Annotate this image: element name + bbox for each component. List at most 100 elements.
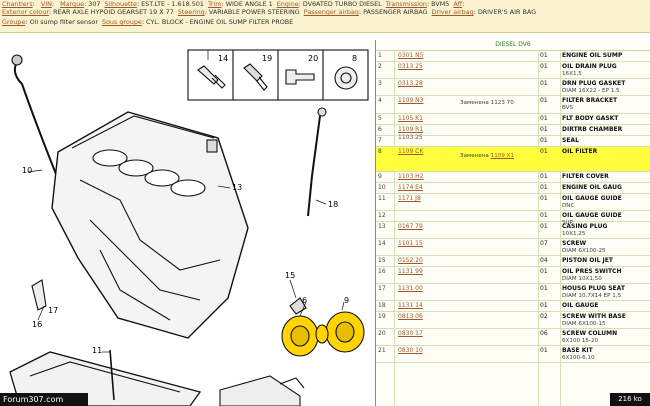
part-reference-link[interactable]: 0313 28	[398, 80, 423, 87]
header-field-label[interactable]: Driver airbag	[432, 8, 474, 16]
part-row[interactable]: 19 0813 06 02 SCREW WITH BASE DIAM 6X100-15	[376, 312, 650, 329]
header-field-label[interactable]: VIN	[41, 0, 52, 8]
part-name: SCREW	[562, 240, 587, 247]
header-field-label[interactable]: Silhouette	[104, 0, 137, 8]
part-quantity: 01	[540, 184, 548, 191]
part-index: 17	[378, 285, 386, 292]
replacement-note-text: Заменена 1123 70	[460, 100, 514, 106]
part-description: 6X100 15-20	[562, 338, 599, 344]
callout-6: 6	[302, 296, 308, 305]
callout-13: 13	[232, 183, 243, 192]
part-reference-link[interactable]: 0830 17	[398, 330, 423, 337]
part-row[interactable]: 15 0152 20 04 PISTON OIL JET	[376, 256, 650, 267]
part-reference-link[interactable]: 1109 N3	[398, 97, 423, 104]
header-field-label[interactable]: Aff	[453, 0, 462, 8]
part-row[interactable]: 10 1174 E4 01 ENGINE OIL GAUG	[376, 183, 650, 194]
part-name: FILTER COVER	[562, 173, 609, 180]
part-index: 20	[378, 330, 386, 337]
part-reference-link[interactable]: 1103 H2	[398, 173, 424, 180]
callout-10: 10	[22, 166, 33, 175]
part-quantity: 07	[540, 240, 548, 247]
part-reference-link[interactable]: 0152 20	[398, 257, 423, 264]
callout-16: 16	[32, 320, 43, 329]
part-reference-link[interactable]: 1105 K1	[398, 115, 423, 122]
part-row[interactable]: 17 1131 00 01 HOUSG PLUG SEAT DIAM 10,7X14 E…	[376, 284, 650, 301]
part-row[interactable]: 14 1101 15 07 SCREW DIAM 6X100-25	[376, 239, 650, 256]
part-row[interactable]: 9 1103 H2 01 FILTER COVER	[376, 172, 650, 183]
header-field-value: 307	[88, 0, 101, 8]
part-reference-link[interactable]: 1131 00	[398, 285, 423, 292]
header-field-label[interactable]: Sous groupe	[102, 18, 142, 26]
part-index: 11	[378, 195, 386, 202]
part-name: OIL GAUGE GUIDE	[562, 195, 622, 202]
exploded-parts-diagram[interactable]: 10 14 19 20 8 13 18 15 17 16 6 9 11	[0, 40, 375, 406]
callout-8: 8	[352, 54, 358, 63]
part-name: SCREW COLUMN	[562, 330, 618, 337]
callout-15: 15	[285, 271, 296, 280]
part-reference-link[interactable]: 0313 25	[398, 63, 423, 70]
part-row[interactable]: 1 0301 N5 01 ENGINE OIL SUMP	[376, 51, 650, 62]
part-row-selected[interactable]: 8 1109 CK 01 OIL FILTER Заменена 1109 X1	[376, 147, 650, 172]
part-replacement-note: Заменена 1109 X1	[460, 153, 514, 159]
part-name: FLT BODY GASKT	[562, 115, 619, 122]
header-field-label[interactable]: Transmission	[386, 0, 427, 8]
part-row[interactable]: 7 01 SEAL	[376, 136, 650, 147]
header-field-label[interactable]: Marque	[60, 0, 84, 8]
header-field-label[interactable]: Chantiers	[2, 0, 33, 8]
header-field-value: VARIABLE POWER STEERING	[208, 8, 300, 16]
part-reference-link[interactable]: 0830 10	[398, 347, 423, 354]
part-index: 21	[378, 347, 386, 354]
part-quantity: 01	[540, 126, 548, 133]
part-row[interactable]: 13 0167 79 01 CASING PLUG 10X1,25	[376, 222, 650, 239]
header-field-value: CYL. BLOCK - ENGINE OIL SUMP FILTER PROB…	[146, 18, 294, 26]
part-description: DIAM 6X100-15	[562, 321, 606, 327]
header-field-label[interactable]: Trim	[208, 0, 222, 8]
part-reference-link[interactable]: 1131 99	[398, 268, 423, 275]
part-index: 3	[378, 80, 382, 87]
part-reference-link[interactable]: 0813 06	[398, 313, 423, 320]
part-index: 15	[378, 257, 386, 264]
part-row[interactable]: 16 1131 99 01 OIL PRES SWITCH DIAM 10X1,50	[376, 267, 650, 284]
vehicle-info-header: Chantiers: VIN: Marque: 307 Silhouette: E…	[0, 0, 650, 33]
part-row[interactable]: 12 01 OIL GAUGE GUIDE SUP	[376, 211, 650, 226]
part-row[interactable]: 4 1109 N3 01 FILTER BRACKET BVS Заменена 1123…	[376, 96, 650, 114]
part-reference-link[interactable]: 1101 15	[398, 240, 423, 247]
part-reference-link[interactable]: 1109 CK	[398, 148, 423, 155]
part-row[interactable]: 6 1109 R1 1103 25 01 DIRTRB CHAMBER	[376, 125, 650, 141]
header-field-label[interactable]: Groupe	[2, 18, 25, 26]
part-reference-link[interactable]: 1171 J8	[398, 195, 421, 202]
part-row[interactable]: 21 0830 10 01 BASE KIT 6X100-6,10	[376, 346, 650, 363]
part-reference-link[interactable]: 0167 79	[398, 223, 423, 230]
callout-20: 20	[308, 54, 319, 63]
part-index: 8	[378, 148, 382, 155]
header-field-label[interactable]: Exterior colour	[2, 8, 49, 16]
part-name: OIL PRES SWITCH	[562, 268, 622, 275]
part-row[interactable]: 11 1171 J8 01 OIL GAUGE GUIDE DNC	[376, 194, 650, 211]
oil-filter-highlight[interactable]	[281, 311, 365, 357]
part-reference-link[interactable]: 0301 N5	[398, 52, 423, 59]
header-field-label[interactable]: Passenger airbag	[304, 8, 359, 16]
callout-17: 17	[48, 306, 59, 315]
header-field-value: PASSENGER AIRBAG	[363, 8, 428, 16]
part-row[interactable]: 3 0313 28 01 DRN PLUG GASKET DIAM 16X22 - EP…	[376, 79, 650, 96]
part-quantity: 01	[540, 80, 548, 87]
engine-block-drawing	[9, 49, 369, 406]
part-index: 18	[378, 302, 386, 309]
part-row[interactable]: 20 0830 17 06 SCREW COLUMN 6X100 15-20	[376, 329, 650, 346]
part-row[interactable]: 2 0313 25 01 OIL DRAIN PLUG 16X1,5	[376, 62, 650, 79]
replacement-part-link[interactable]: 1109 X1	[491, 153, 514, 159]
part-description: 6X100-6,10	[562, 355, 595, 361]
file-size-badge: 216 ko	[610, 393, 650, 406]
part-reference-link[interactable]: 1174 E4	[398, 184, 423, 191]
part-name: OIL GAUGE GUIDE	[562, 212, 622, 219]
header-field-label[interactable]: Steering	[178, 8, 205, 16]
part-reference-link[interactable]: 1131 14	[398, 302, 423, 309]
part-name: OIL GAUGE	[562, 302, 599, 309]
part-reference-link[interactable]: 1109 R1	[398, 126, 423, 133]
part-quantity: 01	[540, 223, 548, 230]
header-field-label[interactable]: Engine	[277, 0, 299, 8]
part-row[interactable]: 5 1105 K1 01 FLT BODY GASKT	[376, 114, 650, 125]
part-name: PISTON OIL JET	[562, 257, 613, 264]
header-field-value: Oil sump filter sensor	[29, 18, 98, 26]
part-row[interactable]: 18 1131 14 01 OIL GAUGE	[376, 301, 650, 312]
